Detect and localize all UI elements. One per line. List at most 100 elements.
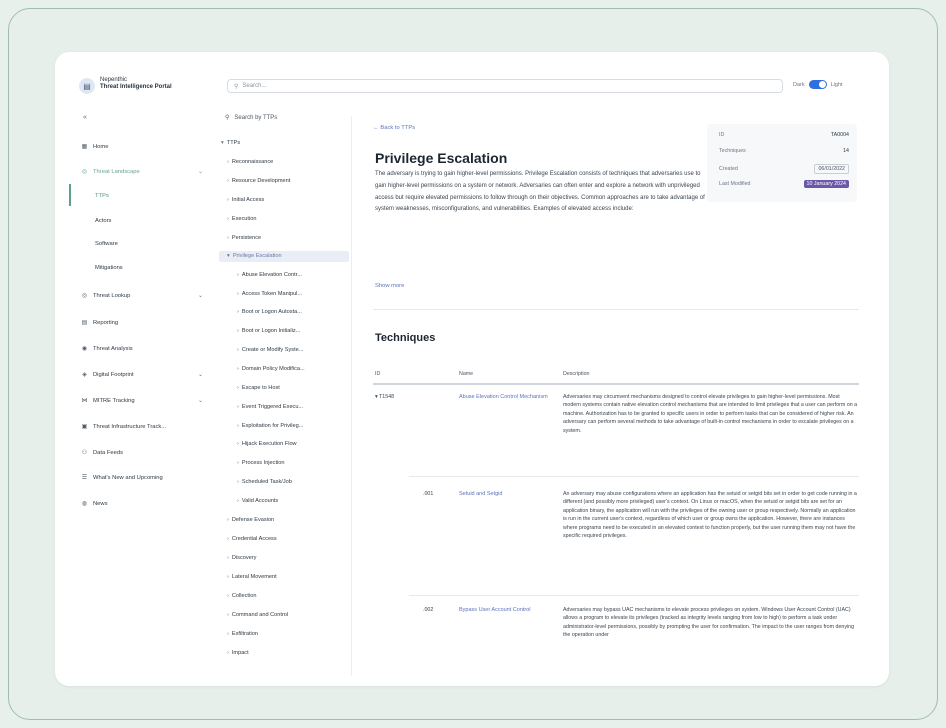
chevron-right-icon: › xyxy=(237,404,239,410)
top-bar: ▤ Nepenthic Threat Intelligence Portal ⚲… xyxy=(55,52,889,100)
tree-child-item[interactable]: › Event Triggered Execu... xyxy=(237,404,303,410)
tree-item[interactable]: › Impact xyxy=(227,650,249,656)
sidebar-item-data-feeds[interactable]: ⚇ Data Feeds xyxy=(81,449,203,457)
tree-item[interactable]: › Execution xyxy=(227,216,256,222)
tree-item[interactable]: › Lateral Movement xyxy=(227,574,277,580)
tree-item-privilege-escalation[interactable]: ▾ Privilege Escalation xyxy=(227,253,282,259)
footprint-icon: ◈ xyxy=(82,372,87,378)
sidebar-item-threat-analysis[interactable]: ◉ Threat Analysis xyxy=(81,345,203,353)
tree-item[interactable]: › Reconnaissance xyxy=(227,159,273,165)
chevron-right-icon: › xyxy=(227,593,229,599)
brand-line-2: Threat Intelligence Portal xyxy=(100,84,172,90)
landscape-icon: ◎ xyxy=(81,169,88,175)
meta-modified: Last Modified 10 January 2024 xyxy=(719,180,849,188)
sidebar-subitem-mitigations[interactable]: Mitigations xyxy=(95,265,123,271)
tree-divider xyxy=(351,116,352,676)
feeds-icon: ⚇ xyxy=(81,450,88,456)
chevron-right-icon: › xyxy=(237,328,239,334)
chevron-right-icon: › xyxy=(237,460,239,466)
tree-item[interactable]: › Persistence xyxy=(227,235,261,241)
tree-item[interactable]: › Collection xyxy=(227,593,256,599)
sidebar-item-label: Data Feeds xyxy=(93,449,123,456)
chevron-right-icon: › xyxy=(227,159,229,165)
column-header-description: Description xyxy=(563,371,590,377)
technique-description: Adversaries may circumvent mechanisms de… xyxy=(563,394,858,434)
sidebar-item-threat-infrastructure[interactable]: ▣ Threat Infrastructure Track... xyxy=(81,423,203,431)
sidebar-item-label: News xyxy=(93,500,108,507)
list-icon: ☰ xyxy=(81,475,88,481)
chevron-down-icon: ⌄ xyxy=(197,293,203,299)
subtechnique-id: .001 xyxy=(423,491,434,497)
tree-child-item[interactable]: › Abuse Elevation Contr... xyxy=(237,272,302,278)
sidebar-item-whats-new[interactable]: ☰ What's New and Upcoming xyxy=(81,474,203,482)
sidebar-item-mitre-tracking[interactable]: ⋈ MITRE Tracking ⌄ xyxy=(81,397,204,405)
technique-name-link[interactable]: Setuid and Setgid xyxy=(459,490,551,499)
tree-root-ttps[interactable]: ▾ TTPs xyxy=(221,140,240,146)
sidebar-item-threat-lookup[interactable]: ◎ Threat Lookup ⌄ xyxy=(81,292,203,300)
tree-search-input[interactable]: ⚲ Search by TTPs xyxy=(225,114,278,122)
sidebar-item-threat-landscape[interactable]: ◎ Threat Landscape ⌄ xyxy=(81,168,203,176)
sidebar-item-home[interactable]: ▦ Home xyxy=(81,143,203,151)
tree-item[interactable]: › Defense Evasion xyxy=(227,517,274,523)
collapse-sidebar-icon[interactable]: « xyxy=(83,114,87,121)
tree-item[interactable]: › Exfiltration xyxy=(227,631,258,637)
column-header-name: Name xyxy=(459,371,474,377)
global-search-input[interactable]: ⚲ Search... xyxy=(227,79,783,93)
row-toggle-t1548[interactable]: ▾ T1548 xyxy=(375,394,394,400)
description-fade xyxy=(371,230,711,264)
tree-item[interactable]: › Initial Access xyxy=(227,197,264,203)
sidebar-subitem-ttps[interactable]: TTPs xyxy=(95,193,109,199)
tree-child-item[interactable]: › Boot or Logon Initializ... xyxy=(237,328,300,334)
meta-created: Created 06/01/2022 xyxy=(719,164,849,174)
tree-item[interactable]: › Credential Access xyxy=(227,536,277,542)
sidebar-item-digital-footprint[interactable]: ◈ Digital Footprint ⌄ xyxy=(81,371,203,379)
tree-child-item[interactable]: › Escape to Host xyxy=(237,385,280,391)
tree-child-item[interactable]: › Hijack Execution Flow xyxy=(237,441,297,447)
tree-item[interactable]: › Command and Control xyxy=(227,612,288,618)
tree-item[interactable]: › Resource Development xyxy=(227,178,290,184)
table-header-line xyxy=(373,383,859,385)
tree-child-item[interactable]: › Create or Modify Syste... xyxy=(237,347,303,353)
meta-techniques: Techniques 14 xyxy=(719,148,849,154)
chevron-right-icon: › xyxy=(237,347,239,353)
brand-name: Nepenthic Threat Intelligence Portal xyxy=(100,77,172,91)
theme-dark-label: Dark xyxy=(793,81,805,88)
sidebar-item-news[interactable]: ◍ News xyxy=(81,500,203,508)
sidebar-subitem-software[interactable]: Software xyxy=(95,241,118,247)
chevron-right-icon: › xyxy=(237,291,239,297)
tree-child-item[interactable]: › Process Injection xyxy=(237,460,284,466)
theme-switch: Dark Light xyxy=(793,80,843,89)
chevron-right-icon: › xyxy=(227,650,229,656)
chevron-right-icon: › xyxy=(227,612,229,618)
technique-name-link[interactable]: Abuse Elevation Control Mechanism xyxy=(459,393,551,402)
tree-search-label: Search by TTPs xyxy=(234,114,278,121)
tree-child-item[interactable]: › Scheduled Task/Job xyxy=(237,479,292,485)
chevron-right-icon: › xyxy=(227,555,229,561)
chevron-right-icon: › xyxy=(227,574,229,580)
infrastructure-icon: ▣ xyxy=(81,424,88,430)
back-to-ttps-link[interactable]: ← Back to TTPs xyxy=(373,125,415,131)
sidebar-item-label: Digital Footprint xyxy=(93,371,134,378)
tree-child-item[interactable]: › Boot or Logon Autosta... xyxy=(237,309,302,315)
tree-item[interactable]: › Discovery xyxy=(227,555,256,561)
theme-light-label: Light xyxy=(830,81,843,88)
sidebar-item-reporting[interactable]: ▤ Reporting xyxy=(81,319,203,327)
page-title: Privilege Escalation xyxy=(375,150,508,166)
tree-child-item[interactable]: › Exploitation for Privileg... xyxy=(237,423,303,429)
sidebar-item-label: Threat Lookup xyxy=(93,292,131,299)
techniques-heading: Techniques xyxy=(375,332,436,344)
tree-child-item[interactable]: › Access Token Manipul... xyxy=(237,291,302,297)
tree-child-item[interactable]: › Domain Policy Modifica... xyxy=(237,366,305,372)
chevron-right-icon: › xyxy=(227,178,229,184)
chevron-right-icon: › xyxy=(237,366,239,372)
search-icon: ⚲ xyxy=(225,115,230,121)
brand-line-1: Nepenthic xyxy=(100,77,128,83)
sidebar-subitem-actors[interactable]: Actors xyxy=(95,218,111,224)
theme-toggle[interactable] xyxy=(808,80,827,89)
subtechnique-id: .002 xyxy=(423,607,434,613)
technique-name-link[interactable]: Bypass User Account Control xyxy=(459,606,551,615)
sidebar-item-label: Reporting xyxy=(93,319,119,326)
app-window: ▤ Nepenthic Threat Intelligence Portal ⚲… xyxy=(55,52,889,686)
tree-child-item[interactable]: › Valid Accounts xyxy=(237,498,278,504)
show-more-link[interactable]: Show more xyxy=(375,283,404,289)
